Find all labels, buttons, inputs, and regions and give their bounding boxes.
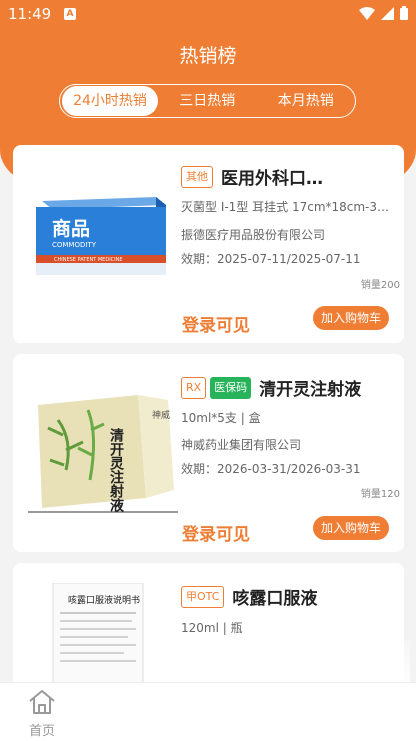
- tab-24-hours[interactable]: 24小时热销: [62, 86, 158, 116]
- bottom-nav: 首页: [0, 682, 416, 741]
- tag-row: 甲OTC 咳露口服液: [181, 584, 317, 609]
- add-to-cart-button[interactable]: 加入购物车: [312, 516, 389, 540]
- nav-item-home[interactable]: 首页: [22, 688, 62, 739]
- product-name: 医用外科口…: [221, 169, 323, 189]
- product-image: 咳露口服液说明书: [52, 583, 144, 683]
- notification-a-icon: A: [64, 8, 76, 20]
- ranking-tabs: 24小时热销 三日热销 本月热销: [59, 84, 356, 118]
- image-label-band: CHINESE PATENT MEDICINE: [54, 257, 123, 263]
- image-label-brand: 神威: [152, 409, 170, 421]
- status-time: 11:49: [8, 5, 52, 23]
- sales-count: 销量120: [360, 489, 400, 500]
- tag-row: 其他 医用外科口…: [181, 164, 323, 189]
- page-title: 热销榜: [179, 45, 237, 67]
- insurance-tag: 医保码: [210, 376, 252, 399]
- otc-tag: 甲OTC: [181, 585, 225, 608]
- product-name: 咳露口服液: [232, 589, 318, 609]
- product-maker: 振德医疗用品股份有限公司: [181, 228, 326, 242]
- product-spec: 灭菌型 I-1型 耳挂式 17cm*18cm-3…: [181, 200, 390, 214]
- product-spec: 120ml | 瓶: [181, 621, 243, 635]
- rx-tag: RX: [181, 376, 207, 399]
- price-hidden-label[interactable]: 登录可见: [182, 520, 250, 545]
- nav-home-label: 首页: [28, 724, 55, 739]
- price-hidden-label[interactable]: 登录可见: [182, 311, 250, 336]
- image-label-main: 咳露口服液说明书: [68, 594, 140, 606]
- image-label-main: 清开灵注射液: [108, 427, 125, 513]
- category-tag: 其他: [181, 165, 213, 188]
- status-icons: [359, 6, 408, 20]
- image-label-main: 商品: [52, 217, 90, 240]
- home-icon: [29, 690, 55, 714]
- wifi-icon: [359, 6, 375, 20]
- product-spec: 10ml*5支 | 盒: [181, 411, 261, 425]
- tag-row: RX 医保码 清开灵注射液: [181, 375, 361, 400]
- product-card[interactable]: 商品 COMMODITY CHINESE PATENT MEDICINE 其他 …: [13, 145, 404, 343]
- signal-icon: [381, 6, 394, 20]
- tab-this-month[interactable]: 本月热销: [257, 86, 356, 116]
- product-card[interactable]: 神威 清开灵注射液 RX 医保码 清开灵注射液 10ml*5支 | 盒 神威药业…: [13, 354, 404, 552]
- product-expiry: 效期：2025-07-11/2025-07-11: [181, 252, 361, 266]
- product-maker: 神威药业集团有限公司: [181, 438, 302, 452]
- add-to-cart-button[interactable]: 加入购物车: [312, 306, 389, 330]
- image-label-sub: COMMODITY: [52, 241, 97, 249]
- product-image: 神威 清开灵注射液: [28, 395, 178, 513]
- product-name: 清开灵注射液: [259, 380, 362, 400]
- product-image: 商品 COMMODITY CHINESE PATENT MEDICINE: [36, 197, 166, 275]
- sales-count: 销量200: [360, 280, 400, 291]
- status-bar: 11:49 A: [0, 0, 416, 30]
- scroll-fade: [170, 640, 410, 685]
- battery-icon: [400, 6, 408, 20]
- product-expiry: 效期：2026-03-31/2026-03-31: [181, 462, 361, 476]
- tab-three-days[interactable]: 三日热销: [158, 86, 257, 116]
